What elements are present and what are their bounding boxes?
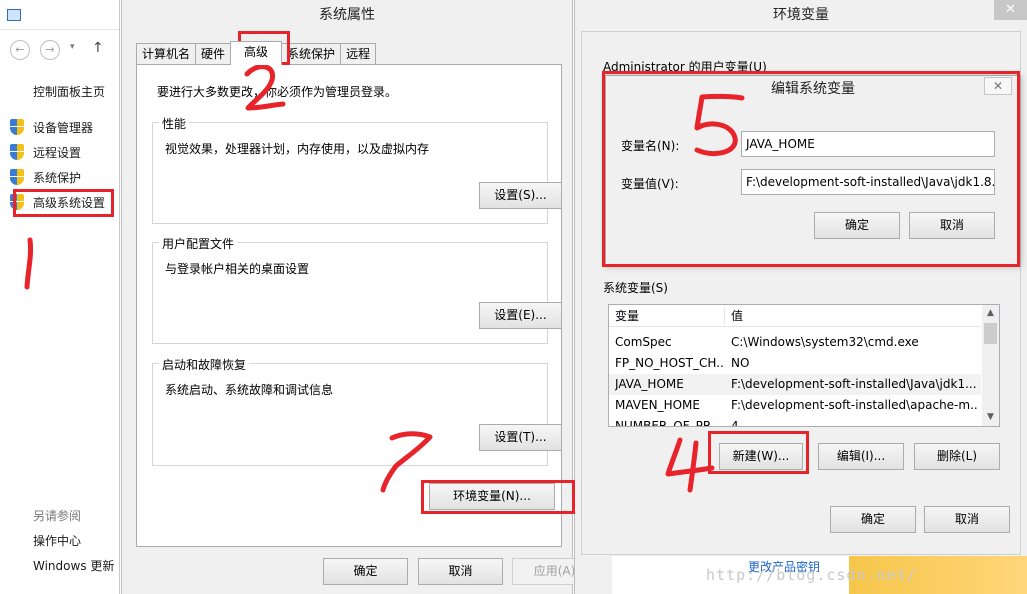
variable-name: ComSpec: [615, 335, 672, 349]
action-center-link[interactable]: 操作中心: [33, 532, 81, 549]
group-title: 性能: [159, 115, 190, 132]
dialog-title: 系统属性: [319, 7, 375, 23]
column-header-value[interactable]: 值: [731, 305, 743, 327]
system-icon: [7, 9, 21, 21]
variable-value-field[interactable]: F:\development-soft-installed\Java\jdk1.…: [741, 169, 995, 195]
user-variables-label: Administrator 的用户变量(U): [603, 60, 767, 74]
cp-item-device-manager[interactable]: 设备管理器: [10, 116, 93, 138]
cp-item-system-protection[interactable]: 系统保护: [10, 166, 81, 188]
environment-variables-button[interactable]: 环境变量(N)...: [429, 483, 555, 510]
group-description: 系统启动、系统故障和调试信息: [165, 383, 334, 397]
variable-value: C:\Windows\system32\cmd.exe: [731, 335, 919, 349]
dialog-title: 编辑系统变量: [771, 81, 855, 97]
scroll-thumb[interactable]: [984, 323, 997, 344]
tab-advanced[interactable]: 高级: [230, 41, 283, 65]
cancel-button[interactable]: 取消: [924, 506, 1010, 533]
variable-name-field[interactable]: JAVA_HOME: [741, 131, 995, 157]
list-header: 变量 值: [609, 305, 981, 327]
column-separator: [724, 307, 725, 325]
startup-recovery-settings-button[interactable]: 设置(T)...: [479, 424, 562, 451]
see-also-heading: 另请参阅: [33, 509, 82, 523]
ok-button[interactable]: 确定: [814, 212, 900, 239]
system-properties-dialog: 系统属性 计算机名 硬件 高级 系统保护 远程 要进行大多数更改，你必须作为管理…: [121, 0, 597, 594]
advanced-tab-panel: 要进行大多数更改，你必须作为管理员登录。 性能 视觉效果，处理器计划，内存使用，…: [136, 64, 562, 547]
variable-name: JAVA_HOME: [615, 377, 684, 391]
tab-strip: 计算机名 硬件 高级 系统保护 远程: [136, 41, 377, 65]
table-row[interactable]: FP_NO_HOST_CH... NO: [609, 353, 981, 374]
user-profiles-group: 用户配置文件 与登录帐户相关的桌面设置 设置(E)...: [152, 235, 562, 344]
user-profiles-settings-button[interactable]: 设置(E)...: [479, 302, 562, 329]
scroll-down-icon[interactable]: ▼: [982, 409, 999, 426]
chevron-down-icon[interactable]: ▾: [70, 42, 75, 52]
tab-computer-name[interactable]: 计算机名: [136, 43, 197, 65]
delete-variable-button[interactable]: 删除(L): [914, 443, 1000, 470]
control-panel-window: ← → ▾ ↑ 控制面板主页 设备管理器 远程设置 系统保护 高级系统设置 另请…: [0, 0, 120, 594]
vertical-scrollbar[interactable]: ▲ ▼: [982, 305, 999, 426]
control-panel-titlebar: [0, 0, 119, 30]
variable-value: 4: [731, 419, 739, 427]
group-description: 视觉效果，处理器计划，内存使用，以及虚拟内存: [165, 142, 430, 156]
watermark: http://blog.csdn.net/: [706, 566, 917, 584]
group-description: 与登录帐户相关的桌面设置: [165, 262, 310, 276]
cancel-button[interactable]: 取消: [418, 558, 503, 585]
up-arrow-icon[interactable]: ↑: [92, 40, 104, 56]
edit-system-variable-dialog: 编辑系统变量 ✕ 变量名(N): JAVA_HOME 变量值(V): F:\de…: [605, 75, 1021, 267]
shield-icon: [10, 119, 24, 135]
shield-icon: [10, 144, 24, 160]
cancel-button[interactable]: 取消: [909, 212, 995, 239]
variable-value: F:\development-soft-installed\Java\jdk1.…: [731, 377, 977, 391]
variable-value: F:\development-soft-installed\apache-m..…: [731, 398, 977, 412]
cp-item-label: 远程设置: [33, 145, 82, 160]
cp-item-label: 设备管理器: [33, 120, 94, 135]
table-row[interactable]: MAVEN_HOME F:\development-soft-installed…: [609, 395, 981, 416]
admin-notice: 要进行大多数更改，你必须作为管理员登录。: [157, 85, 398, 99]
variable-value-label: 变量值(V):: [621, 177, 679, 191]
table-row[interactable]: ComSpec C:\Windows\system32\cmd.exe: [609, 332, 981, 353]
close-icon[interactable]: ✕: [994, 0, 1027, 20]
ok-button[interactable]: 确定: [323, 558, 408, 585]
tab-system-protection[interactable]: 系统保护: [281, 43, 342, 65]
startup-recovery-group: 启动和故障恢复 系统启动、系统故障和调试信息 设置(T)...: [152, 356, 562, 466]
cp-item-remote-settings[interactable]: 远程设置: [10, 141, 81, 163]
variable-name: MAVEN_HOME: [615, 398, 700, 412]
performance-settings-button[interactable]: 设置(S)...: [479, 182, 562, 209]
cp-item-advanced-system-settings[interactable]: 高级系统设置: [10, 191, 105, 213]
table-row-selected[interactable]: JAVA_HOME F:\development-soft-installed\…: [609, 374, 981, 395]
shield-icon: [10, 169, 24, 185]
tab-remote[interactable]: 远程: [340, 43, 377, 65]
new-variable-button[interactable]: 新建(W)...: [719, 443, 803, 470]
cp-item-label: 高级系统设置: [33, 195, 106, 210]
tab-hardware[interactable]: 硬件: [195, 43, 232, 65]
shield-icon: [10, 194, 24, 210]
system-variables-list[interactable]: 变量 值 ComSpec C:\Windows\system32\cmd.exe…: [608, 304, 1000, 427]
performance-group: 性能 视觉效果，处理器计划，内存使用，以及虚拟内存 设置(S)...: [152, 115, 562, 224]
ok-button[interactable]: 确定: [830, 506, 916, 533]
group-title: 启动和故障恢复: [159, 356, 250, 373]
control-panel-home-link[interactable]: 控制面板主页: [33, 83, 105, 100]
background-window: 更改产品密钥 http://blog.csdn.net/: [612, 556, 1027, 594]
back-arrow-icon[interactable]: ←: [10, 40, 30, 60]
column-header-name[interactable]: 变量: [615, 305, 639, 327]
table-row[interactable]: NUMBER_OF_PR... 4: [609, 416, 981, 427]
group-title: 用户配置文件: [159, 235, 238, 252]
dialog-title: 环境变量: [773, 7, 829, 23]
variable-name: NUMBER_OF_PR...: [615, 419, 723, 427]
system-variables-label: 系统变量(S): [603, 281, 668, 295]
variable-name-label: 变量名(N):: [621, 139, 680, 153]
nav-bar: ← → ▾ ↑: [10, 40, 115, 60]
forward-arrow-icon[interactable]: →: [40, 40, 60, 60]
close-icon[interactable]: ✕: [984, 77, 1012, 95]
edit-variable-button[interactable]: 编辑(I)...: [818, 443, 904, 470]
scroll-up-icon[interactable]: ▲: [982, 305, 999, 322]
variable-name: FP_NO_HOST_CH...: [615, 356, 725, 370]
cp-item-label: 系统保护: [33, 170, 82, 185]
windows-update-link[interactable]: Windows 更新: [33, 557, 114, 574]
variable-value: NO: [731, 356, 750, 370]
